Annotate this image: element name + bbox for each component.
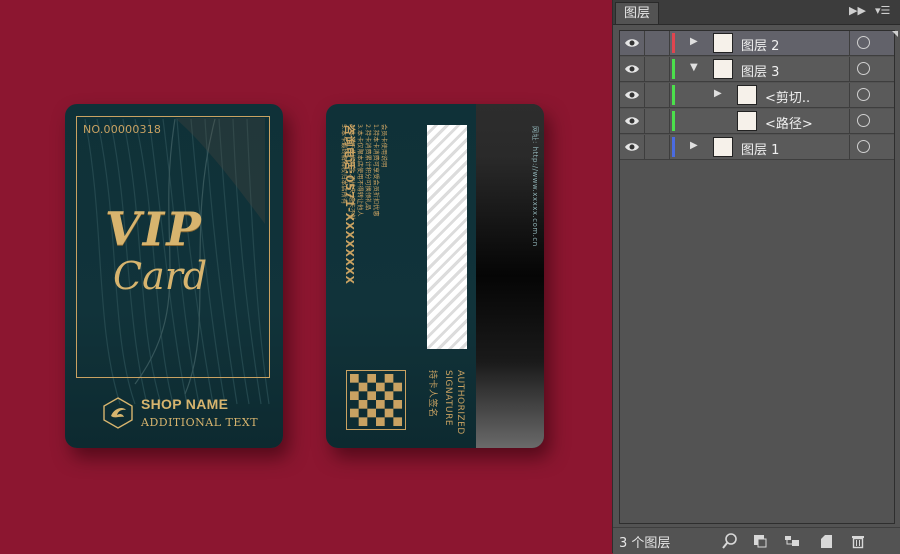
layer-row[interactable]: ▶ 图层 2 xyxy=(620,31,894,56)
layer-name[interactable]: 图层 1 xyxy=(741,139,779,158)
shop-logo-icon xyxy=(103,397,133,429)
layer-name[interactable]: 图层 3 xyxy=(741,61,779,80)
layer-thumbnail xyxy=(737,85,757,105)
vip-title: VIP xyxy=(105,202,203,256)
qr-cell xyxy=(393,400,403,409)
target-circle-icon[interactable] xyxy=(857,36,870,49)
new-layer-icon[interactable] xyxy=(817,532,835,550)
qr-cell xyxy=(367,408,377,418)
layer-name[interactable]: <剪切.. xyxy=(765,87,810,106)
qr-cell xyxy=(376,417,385,427)
layer-thumbnail xyxy=(713,33,733,53)
layer-color-bar xyxy=(672,111,675,131)
additional-text: ADDITIONAL TEXT xyxy=(141,416,259,429)
holder-signature-label: 持卡人签名 xyxy=(427,370,437,418)
target-circle-icon[interactable] xyxy=(857,88,870,101)
eye-icon xyxy=(625,39,639,47)
eye-icon xyxy=(625,117,639,125)
qr-cell xyxy=(350,391,359,401)
tab-layers[interactable]: 图层 xyxy=(615,2,660,24)
qr-cell xyxy=(358,417,368,427)
lock-toggle[interactable] xyxy=(645,109,670,133)
layer-color-bar xyxy=(672,33,675,53)
target-circle-icon[interactable] xyxy=(857,140,870,153)
panel-menu-icon[interactable]: ▾☰ xyxy=(875,4,890,18)
layer-row[interactable]: ▶ 图层 1 xyxy=(620,135,894,160)
locate-object-icon[interactable] xyxy=(721,532,739,550)
layer-color-bar xyxy=(672,59,675,79)
lock-toggle[interactable] xyxy=(645,135,670,159)
qr-code-icon xyxy=(346,370,406,430)
create-sublayer-icon[interactable] xyxy=(783,532,801,550)
target-circle-icon[interactable] xyxy=(857,114,870,127)
scroll-corner-icon xyxy=(892,31,898,37)
eye-icon xyxy=(625,143,639,151)
visibility-toggle[interactable] xyxy=(620,135,645,159)
eye-icon xyxy=(625,91,639,99)
qr-cell xyxy=(384,408,394,418)
expand-right-icon[interactable]: ▶ xyxy=(714,88,722,99)
card-number: NO.00000318 xyxy=(83,123,162,136)
qr-cell xyxy=(376,382,385,392)
rule-line: 会员卡使用说明 xyxy=(380,124,387,168)
qr-cell xyxy=(376,400,385,409)
expand-right-icon[interactable]: ▶ xyxy=(690,140,698,151)
rule-line: 2.持卡消费累计积分可换领礼品 xyxy=(364,124,371,211)
layers-panel: 图层 ▶▶ ▾☰ ▶ 图层 2 ▼ 图层 3 ▶ <剪切.. <路径> ▶ 图层 1 3 个图层 xyxy=(612,0,900,554)
qr-cell xyxy=(384,391,394,401)
visibility-toggle[interactable] xyxy=(620,83,645,107)
qr-cell xyxy=(358,400,368,409)
rule-line: 1.持本卡消费可享受会员折扣优惠 xyxy=(372,124,379,217)
card-script-title: Card xyxy=(113,254,208,298)
layer-thumbnail xyxy=(713,59,733,79)
qr-cell xyxy=(367,391,377,401)
expand-down-icon[interactable]: ▼ xyxy=(690,62,698,73)
vip-card-back[interactable]: 会员卡使用说明 1.持本卡消费可享受会员折扣优惠 2.持卡消费累计积分可换领礼品… xyxy=(326,104,544,448)
eye-icon xyxy=(625,65,639,73)
qr-cell xyxy=(384,374,394,383)
authorized-signature: AUTHORIZED SIGNATURE xyxy=(442,370,466,435)
lock-toggle[interactable] xyxy=(645,57,670,81)
layer-list: ▶ 图层 2 ▼ 图层 3 ▶ <剪切.. <路径> ▶ 图层 1 xyxy=(619,30,895,524)
layer-row[interactable]: ▼ 图层 3 xyxy=(620,57,894,82)
authorized-label: AUTHORIZED xyxy=(455,370,465,435)
layer-thumbnail xyxy=(737,111,757,131)
qr-cell xyxy=(350,374,359,383)
qr-cell xyxy=(350,408,359,418)
layer-name[interactable]: <路径> xyxy=(765,113,813,132)
layer-thumbnail xyxy=(713,137,733,157)
panel-tab-bar: 图层 ▶▶ ▾☰ xyxy=(613,0,900,25)
delete-layer-icon[interactable] xyxy=(849,532,867,550)
qr-cell xyxy=(393,417,403,427)
expand-right-icon[interactable]: ▶ xyxy=(690,36,698,47)
shop-name: SHOP NAME xyxy=(141,396,229,412)
lock-toggle[interactable] xyxy=(645,83,670,107)
target-circle-icon[interactable] xyxy=(857,62,870,75)
signature-label: SIGNATURE xyxy=(443,370,453,427)
qr-cell xyxy=(367,374,377,383)
phone-number: 咨询电话:0571-XXXXXXXX xyxy=(343,124,356,285)
lock-toggle[interactable] xyxy=(645,31,670,55)
layer-name[interactable]: 图层 2 xyxy=(741,35,779,54)
layer-color-bar xyxy=(672,137,675,157)
qr-cell xyxy=(358,382,368,392)
vip-card-front[interactable]: NO.00000318 VIP Card SHOP NAME ADDITIONA… xyxy=(65,104,283,448)
artboard-canvas[interactable]: NO.00000318 VIP Card SHOP NAME ADDITIONA… xyxy=(0,0,612,553)
signature-panel xyxy=(427,125,467,349)
layer-count: 3 个图层 xyxy=(619,536,671,551)
qr-cell xyxy=(393,382,403,392)
make-clipping-mask-icon[interactable] xyxy=(751,532,769,550)
collapse-panel-icon[interactable]: ▶▶ xyxy=(849,4,866,18)
layer-color-bar xyxy=(672,85,675,105)
layer-row[interactable]: ▶ <剪切.. xyxy=(620,83,894,108)
visibility-toggle[interactable] xyxy=(620,31,645,55)
visibility-toggle[interactable] xyxy=(620,109,645,133)
website-url: 网址: http://www.xxxxx.com.cn xyxy=(531,126,539,247)
layer-row[interactable]: <路径> xyxy=(620,109,894,134)
visibility-toggle[interactable] xyxy=(620,57,645,81)
panel-footer: 3 个图层 xyxy=(613,527,900,554)
